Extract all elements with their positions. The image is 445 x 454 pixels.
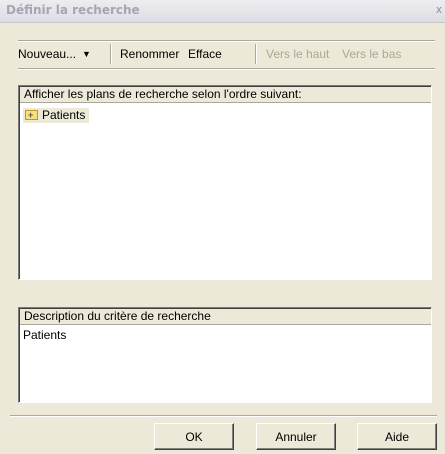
- criteria-description-header: Description du critère de recherche: [20, 309, 431, 325]
- cancel-button[interactable]: Annuler: [256, 423, 336, 450]
- toolbar: Nouveau... ▼ Renommer Efface Vers le haut…: [10, 40, 435, 70]
- title-bar: Définir la recherche x: [0, 0, 445, 23]
- rename-button[interactable]: Renommer: [120, 47, 179, 61]
- criteria-description-text: Patients: [23, 328, 67, 342]
- ok-button[interactable]: OK: [154, 423, 234, 450]
- toolbar-divider: [110, 44, 112, 64]
- toolbar-bottom-divider: [18, 68, 435, 70]
- footer-divider: [10, 415, 437, 417]
- list-item-label: Patients: [42, 108, 86, 122]
- new-button-label: Nouveau...: [18, 47, 77, 61]
- toolbar-divider: [255, 44, 257, 64]
- list-item[interactable]: + Patients: [23, 108, 90, 123]
- delete-button[interactable]: Efface: [188, 47, 222, 61]
- search-plans-header: Afficher les plans de recherche selon l'…: [20, 87, 431, 103]
- chevron-down-icon[interactable]: ▼: [82, 49, 91, 59]
- search-plans-list[interactable]: Afficher les plans de recherche selon l'…: [18, 85, 432, 280]
- move-down-button[interactable]: Vers le bas: [342, 47, 401, 61]
- help-button[interactable]: Aide: [357, 423, 437, 450]
- move-up-button[interactable]: Vers le haut: [266, 47, 329, 61]
- folder-icon: +: [25, 110, 38, 120]
- window-title: Définir la recherche: [6, 3, 140, 17]
- criteria-description-panel: Description du critère de recherche Pati…: [18, 307, 432, 403]
- toolbar-top-divider: [18, 40, 435, 42]
- close-icon[interactable]: x: [434, 3, 444, 17]
- new-button[interactable]: Nouveau... ▼: [18, 47, 91, 61]
